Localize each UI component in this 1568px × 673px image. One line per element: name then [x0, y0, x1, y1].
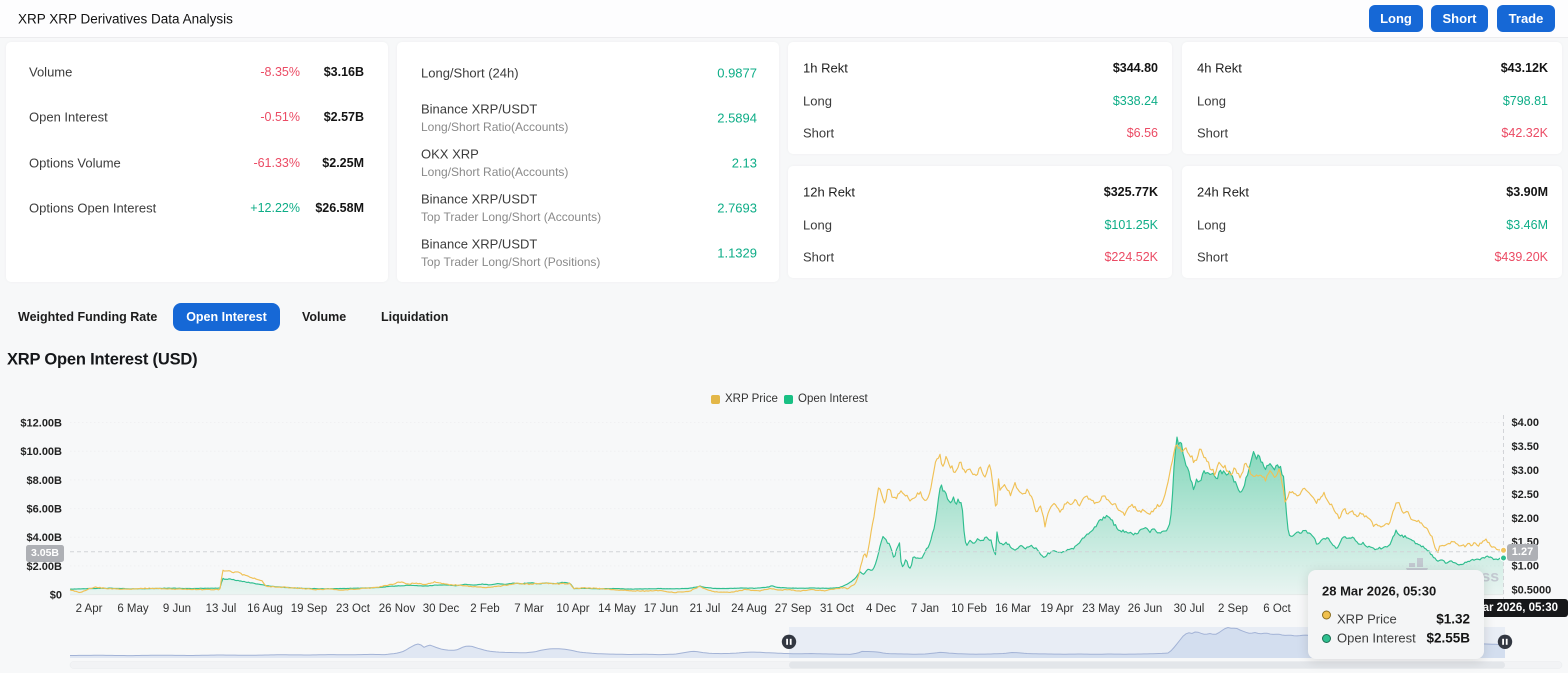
svg-text:16 Mar: 16 Mar: [995, 603, 1031, 615]
svg-text:$1.00: $1.00: [1512, 561, 1540, 573]
svg-text:31 Oct: 31 Oct: [820, 603, 855, 615]
svg-text:19 Apr: 19 Apr: [1040, 603, 1073, 615]
svg-text:2 Feb: 2 Feb: [470, 603, 499, 615]
svg-text:7 Jan: 7 Jan: [911, 603, 939, 615]
svg-text:21 Jul: 21 Jul: [690, 603, 721, 615]
svg-text:26 Jun: 26 Jun: [1128, 603, 1163, 615]
svg-text:6 May: 6 May: [117, 603, 149, 615]
svg-text:$3.00: $3.00: [1512, 465, 1540, 477]
svg-text:$8.00B: $8.00B: [27, 475, 63, 487]
svg-text:17 Jun: 17 Jun: [644, 603, 679, 615]
svg-text:30 Dec: 30 Dec: [423, 603, 460, 615]
svg-text:7 Mar: 7 Mar: [514, 603, 544, 615]
svg-text:10 Apr: 10 Apr: [556, 603, 589, 615]
svg-text:$2.00: $2.00: [1512, 513, 1540, 525]
svg-text:$2.50: $2.50: [1512, 489, 1540, 501]
svg-text:23 May: 23 May: [1082, 603, 1120, 615]
svg-text:19 Sep: 19 Sep: [291, 603, 327, 615]
svg-text:26 Nov: 26 Nov: [379, 603, 416, 615]
svg-text:$0: $0: [50, 590, 62, 602]
svg-text:2 Sep: 2 Sep: [1218, 603, 1248, 615]
svg-text:$10.00B: $10.00B: [20, 446, 62, 458]
svg-text:27 Sep: 27 Sep: [775, 603, 811, 615]
svg-text:30 Jul: 30 Jul: [1174, 603, 1205, 615]
svg-text:9 Jun: 9 Jun: [163, 603, 191, 615]
svg-text:16 Aug: 16 Aug: [247, 603, 283, 615]
svg-text:$4.00B: $4.00B: [27, 532, 63, 544]
svg-text:$6.00B: $6.00B: [27, 504, 63, 516]
svg-text:2 Apr: 2 Apr: [76, 603, 103, 615]
svg-text:6 Oct: 6 Oct: [1263, 603, 1291, 615]
svg-text:13 Jul: 13 Jul: [206, 603, 237, 615]
svg-text:24 Aug: 24 Aug: [731, 603, 767, 615]
svg-text:10 Feb: 10 Feb: [951, 603, 987, 615]
svg-text:$2.00B: $2.00B: [27, 561, 63, 573]
svg-text:$12.00B: $12.00B: [20, 418, 62, 430]
svg-text:14 May: 14 May: [598, 603, 636, 615]
svg-text:4 Dec: 4 Dec: [866, 603, 896, 615]
svg-text:23 Oct: 23 Oct: [336, 603, 371, 615]
svg-text:$4.00: $4.00: [1512, 417, 1540, 429]
svg-text:$3.50: $3.50: [1512, 441, 1540, 453]
svg-text:$0.5000: $0.5000: [1512, 585, 1552, 597]
